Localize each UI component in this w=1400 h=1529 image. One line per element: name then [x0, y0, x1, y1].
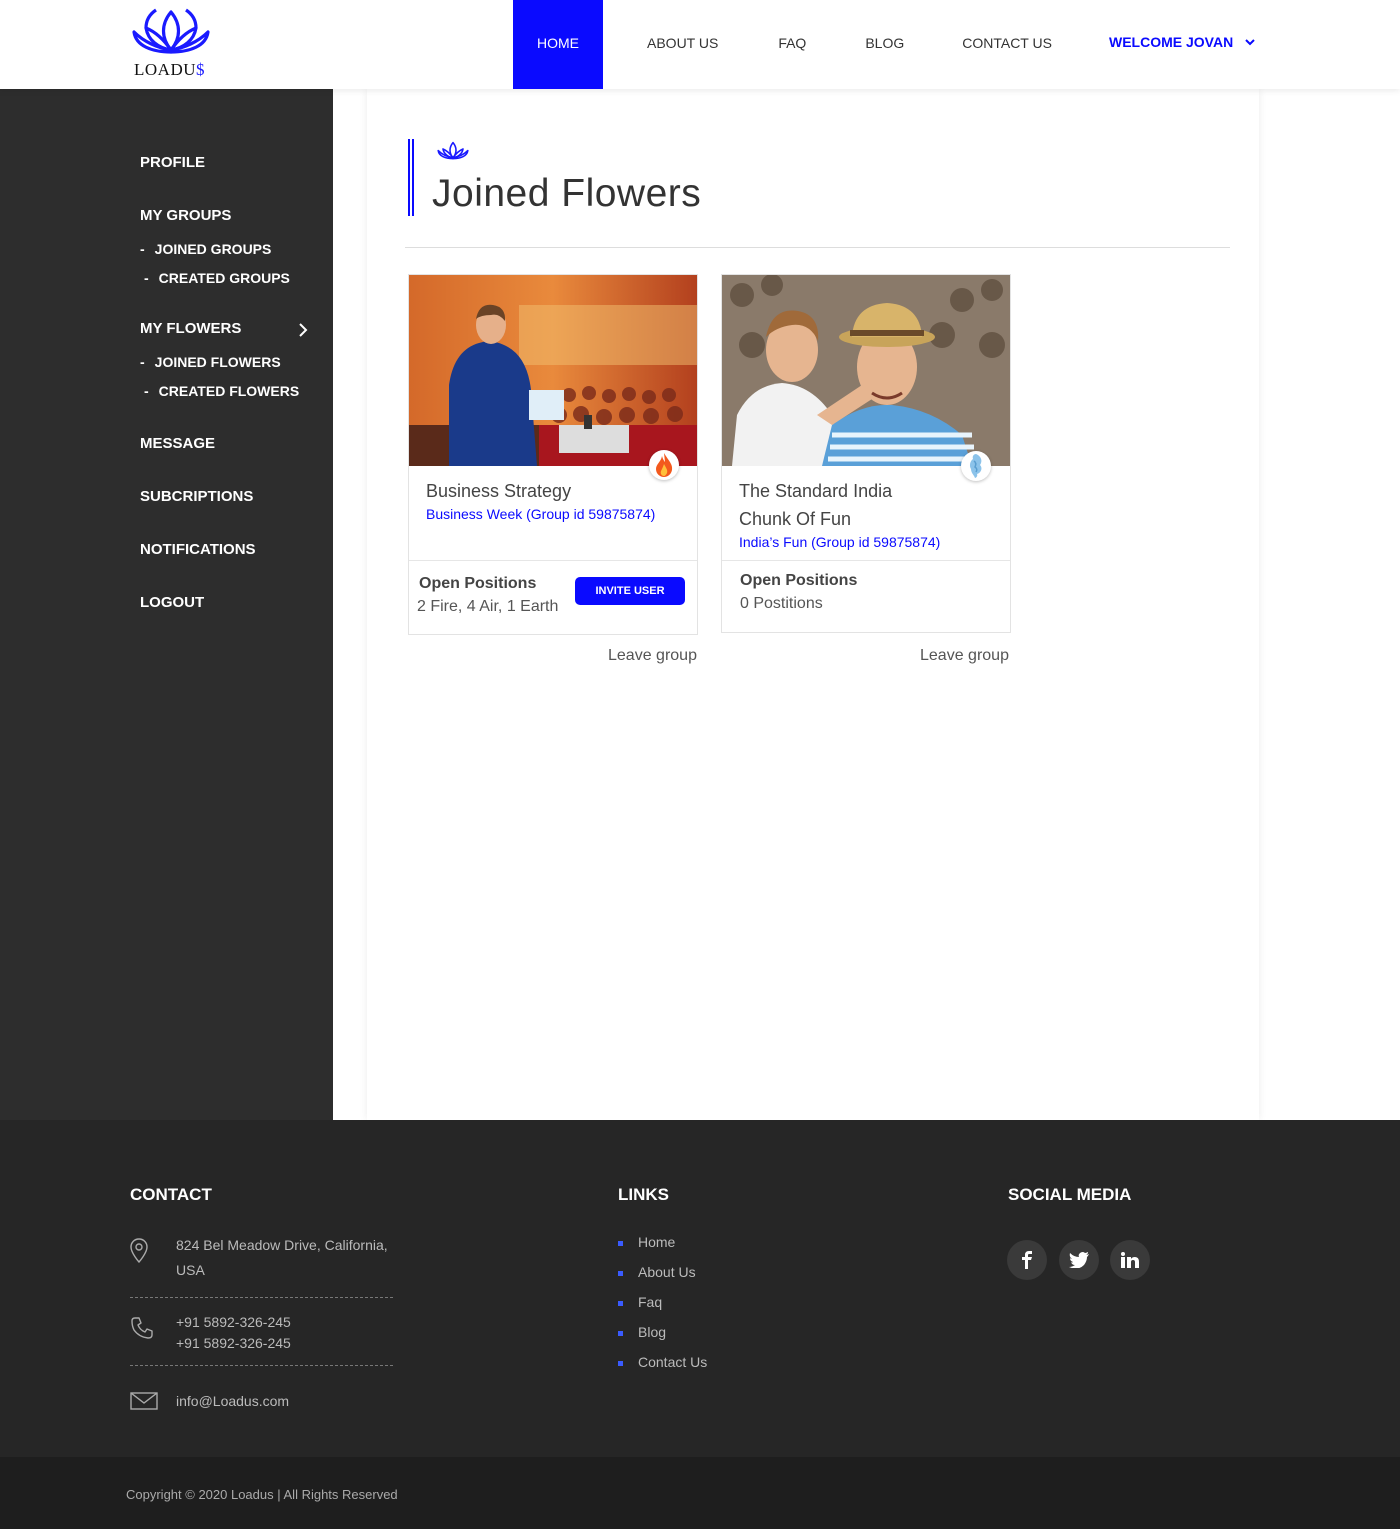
footer-link-contact-us[interactable]: Contact Us — [638, 1354, 707, 1370]
linkedin-icon[interactable] — [1110, 1240, 1150, 1280]
footer-dashed-divider — [130, 1297, 393, 1298]
footer-phone-2[interactable]: +91 5892-326-245 — [176, 1331, 291, 1356]
sidebar-sub-joined-flowers[interactable]: - JOINED FLOWERS — [140, 354, 281, 370]
copyright-text: Copyright © 2020 Loadus | All Rights Res… — [126, 1487, 398, 1502]
sidebar-item-my-flowers[interactable]: MY FLOWERS — [140, 320, 241, 337]
footer-links-heading: LINKS — [618, 1185, 669, 1204]
list-bullet — [618, 1361, 623, 1366]
open-positions-value: 2 Fire, 4 Air, 1 Earth — [417, 598, 559, 615]
envelope-icon — [130, 1392, 158, 1410]
location-pin-icon — [130, 1238, 148, 1264]
sidebar-sub-created-flowers[interactable]: - CREATED FLOWERS — [144, 383, 299, 399]
open-positions-label: Open Positions — [740, 572, 858, 589]
nav-contact-us[interactable]: CONTACT US — [933, 0, 1081, 89]
card-divider — [409, 560, 697, 561]
footer-link-home[interactable]: Home — [638, 1234, 675, 1250]
footer-link-about-us[interactable]: About Us — [638, 1264, 696, 1280]
sidebar-item-my-groups[interactable]: MY GROUPS — [140, 207, 231, 224]
title-divider — [405, 247, 1230, 248]
fire-icon — [649, 450, 679, 480]
card-title-line1: The Standard India — [739, 481, 893, 501]
card-title: Business Strategy — [426, 481, 572, 501]
page-title: Joined Flowers — [432, 172, 702, 215]
main-nav: HOME ABOUT US FAQ BLOG CONTACT US — [513, 0, 1081, 89]
flower-card: The Standard India Chunk Of Fun India’s … — [721, 274, 1011, 633]
flower-card: Business Strategy Business Week (Group i… — [408, 274, 698, 635]
footer-contact-heading: CONTACT — [130, 1185, 212, 1204]
site-header: LOADU$ HOME ABOUT US FAQ BLOG CONTACT US… — [0, 0, 1400, 89]
list-bullet — [618, 1241, 623, 1246]
chevron-right-icon[interactable] — [298, 323, 308, 337]
nav-home[interactable]: HOME — [513, 0, 603, 89]
sidebar-item-message[interactable]: MESSAGE — [140, 435, 215, 452]
sidebar-sub-joined-groups[interactable]: - JOINED GROUPS — [140, 241, 271, 257]
lotus-icon — [132, 8, 210, 54]
lotus-icon — [437, 141, 469, 160]
invite-user-button[interactable]: INVITE USER — [575, 577, 685, 605]
facebook-icon[interactable] — [1007, 1240, 1047, 1280]
chevron-down-icon — [1245, 39, 1255, 46]
card-image-conference — [409, 275, 697, 466]
card-image-crowd — [722, 275, 1010, 466]
sidebar-item-logout[interactable]: LOGOUT — [140, 594, 204, 611]
air-icon — [961, 451, 991, 481]
open-positions-value: 0 Postitions — [740, 595, 823, 612]
nav-about-us[interactable]: ABOUT US — [603, 0, 748, 89]
leave-group-link[interactable]: Leave group — [608, 647, 697, 665]
nav-faq[interactable]: FAQ — [748, 0, 836, 89]
sidebar-sub-created-groups[interactable]: - CREATED GROUPS — [144, 270, 290, 286]
card-group-link[interactable]: Business Week (Group id 59875874) — [426, 506, 655, 522]
site-logo[interactable]: LOADU$ — [126, 6, 216, 80]
footer-link-faq[interactable]: Faq — [638, 1294, 662, 1310]
welcome-label: WELCOME JOVAN — [1109, 34, 1234, 50]
leave-group-link[interactable]: Leave group — [920, 647, 1009, 665]
user-menu[interactable]: WELCOME JOVAN — [1109, 34, 1255, 50]
footer-address-line2: USA — [176, 1262, 205, 1278]
sidebar-item-notifications[interactable]: NOTIFICATIONS — [140, 541, 256, 558]
list-bullet — [618, 1301, 623, 1306]
title-accent-bar — [408, 139, 414, 216]
open-positions-label: Open Positions — [419, 575, 537, 592]
footer-social-heading: SOCIAL MEDIA — [1008, 1185, 1132, 1204]
list-bullet — [618, 1271, 623, 1276]
logo-text: LOADU$ — [134, 60, 205, 79]
nav-blog[interactable]: BLOG — [836, 0, 933, 89]
footer-dashed-divider — [130, 1365, 393, 1366]
twitter-icon[interactable] — [1059, 1240, 1099, 1280]
card-group-link[interactable]: India’s Fun (Group id 59875874) — [739, 534, 940, 550]
footer-link-blog[interactable]: Blog — [638, 1324, 666, 1340]
phone-icon — [131, 1317, 153, 1339]
footer-address-line1: 824 Bel Meadow Drive, California, — [176, 1237, 388, 1253]
sidebar-item-profile[interactable]: PROFILE — [140, 154, 205, 171]
list-bullet — [618, 1331, 623, 1336]
card-divider — [722, 560, 1010, 561]
card-title-line2: Chunk Of Fun — [739, 509, 852, 529]
sidebar-item-subscriptions[interactable]: SUBCRIPTIONS — [140, 488, 253, 505]
footer-email[interactable]: info@Loadus.com — [176, 1389, 289, 1414]
